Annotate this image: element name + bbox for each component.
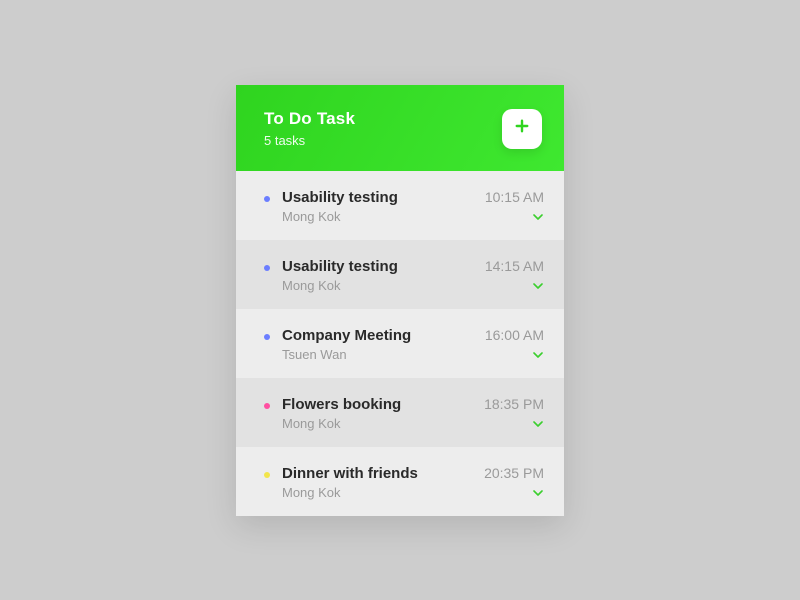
- task-time: 18:35 PM: [484, 396, 544, 412]
- plus-icon: [513, 117, 531, 140]
- task-title: Usability testing: [282, 189, 485, 206]
- bullet-icon: [264, 472, 270, 478]
- task-main: Dinner with friends Mong Kok: [282, 465, 484, 500]
- task-location: Tsuen Wan: [282, 347, 485, 362]
- task-main: Company Meeting Tsuen Wan: [282, 327, 485, 362]
- chevron-down-icon[interactable]: [532, 487, 544, 499]
- task-item[interactable]: Company Meeting Tsuen Wan 16:00 AM: [236, 309, 564, 378]
- task-right: 10:15 AM: [485, 189, 544, 223]
- task-location: Mong Kok: [282, 209, 485, 224]
- task-right: 16:00 AM: [485, 327, 544, 361]
- task-item[interactable]: Dinner with friends Mong Kok 20:35 PM: [236, 447, 564, 516]
- task-item[interactable]: Usability testing Mong Kok 14:15 AM: [236, 240, 564, 309]
- chevron-down-icon[interactable]: [532, 280, 544, 292]
- task-title: Dinner with friends: [282, 465, 484, 482]
- task-location: Mong Kok: [282, 416, 484, 431]
- task-right: 14:15 AM: [485, 258, 544, 292]
- chevron-down-icon[interactable]: [532, 211, 544, 223]
- card-header: To Do Task 5 tasks: [236, 85, 564, 171]
- task-main: Flowers booking Mong Kok: [282, 396, 484, 431]
- bullet-icon: [264, 196, 270, 202]
- task-main: Usability testing Mong Kok: [282, 189, 485, 224]
- task-location: Mong Kok: [282, 485, 484, 500]
- bullet-icon: [264, 334, 270, 340]
- task-time: 16:00 AM: [485, 327, 544, 343]
- task-time: 20:35 PM: [484, 465, 544, 481]
- task-right: 20:35 PM: [484, 465, 544, 499]
- todo-card: To Do Task 5 tasks Usability testing Mon…: [236, 85, 564, 516]
- task-item[interactable]: Flowers booking Mong Kok 18:35 PM: [236, 378, 564, 447]
- task-time: 14:15 AM: [485, 258, 544, 274]
- add-task-button[interactable]: [502, 109, 542, 149]
- task-location: Mong Kok: [282, 278, 485, 293]
- bullet-icon: [264, 403, 270, 409]
- header-subtitle: 5 tasks: [264, 133, 355, 148]
- chevron-down-icon[interactable]: [532, 418, 544, 430]
- header-text: To Do Task 5 tasks: [264, 109, 355, 148]
- task-main: Usability testing Mong Kok: [282, 258, 485, 293]
- chevron-down-icon[interactable]: [532, 349, 544, 361]
- task-title: Company Meeting: [282, 327, 485, 344]
- task-right: 18:35 PM: [484, 396, 544, 430]
- header-title: To Do Task: [264, 109, 355, 129]
- task-time: 10:15 AM: [485, 189, 544, 205]
- task-list: Usability testing Mong Kok 10:15 AM Usab…: [236, 171, 564, 516]
- task-title: Flowers booking: [282, 396, 484, 413]
- task-item[interactable]: Usability testing Mong Kok 10:15 AM: [236, 171, 564, 240]
- task-title: Usability testing: [282, 258, 485, 275]
- bullet-icon: [264, 265, 270, 271]
